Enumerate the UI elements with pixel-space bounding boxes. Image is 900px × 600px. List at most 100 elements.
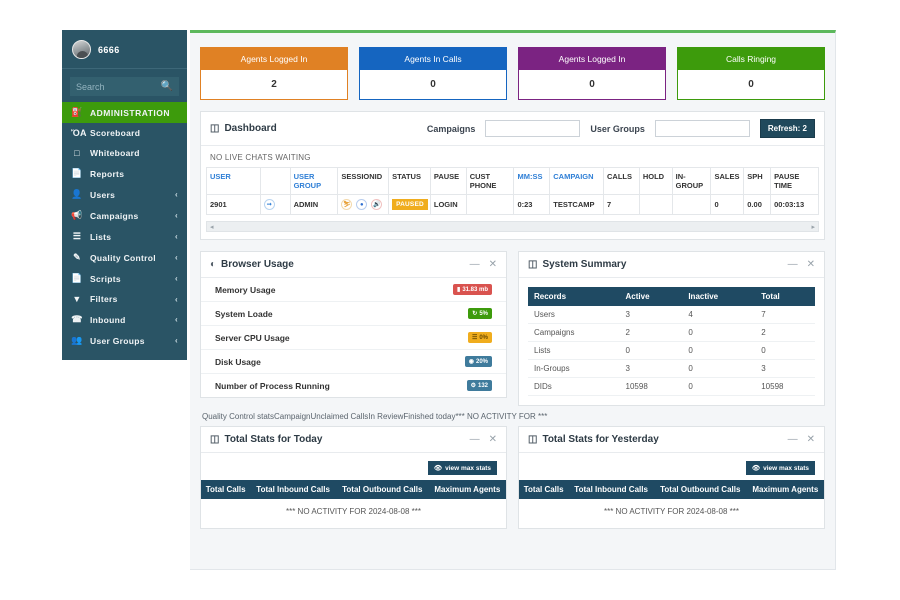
close-icon[interactable]: ✕: [807, 434, 815, 445]
table-cell: Lists: [528, 342, 620, 360]
sidebar-item-whiteboard[interactable]: □Whiteboard: [62, 143, 187, 163]
sidebar-item-scripts[interactable]: 📄Scripts‹: [62, 268, 187, 289]
table-cell: Users: [528, 306, 620, 324]
browser-usage-value: 132: [478, 383, 488, 389]
sidebar-item-reports[interactable]: 📄Reports: [62, 163, 187, 184]
sidebar-item-user-groups[interactable]: 👥User Groups‹: [62, 330, 187, 351]
browser-usage-label: Memory Usage: [215, 285, 275, 295]
column-header: [260, 168, 290, 195]
minimize-icon[interactable]: —: [788, 434, 798, 445]
sidebar-item-campaigns[interactable]: 📢Campaigns‹: [62, 205, 187, 226]
close-icon[interactable]: ✕: [489, 434, 497, 445]
memory-icon: ▮: [457, 286, 460, 293]
stat-card: Calls Ringing0: [677, 47, 825, 100]
total-stats-header: ◫Total Stats for Yesterday—✕: [519, 427, 824, 453]
sidebar-item-label: ADMINISTRATION: [90, 108, 171, 118]
close-icon[interactable]: ✕: [807, 259, 815, 270]
sidebar: 6666 Search 🔍 ⛽ADMINISTRATIONὌAScoreboar…: [62, 30, 187, 360]
cell-user[interactable]: 2901: [207, 195, 261, 215]
system-summary-body-rows: Users347Campaigns202Lists000In-Groups303…: [528, 306, 815, 396]
cell-logout[interactable]: ➞: [260, 195, 290, 215]
sidebar-item-quality-control[interactable]: ✎Quality Control‹: [62, 247, 187, 268]
total-stats-head: Total CallsTotal Inbound CallsTotal Outb…: [519, 480, 824, 499]
browser-usage-value: 20%: [476, 359, 488, 365]
total-stats-table: Total CallsTotal Inbound CallsTotal Outb…: [201, 480, 506, 499]
sidebar-item-scoreboard[interactable]: ὌAScoreboard: [62, 123, 187, 143]
minimize-icon[interactable]: —: [470, 434, 480, 445]
chevron-left-icon[interactable]: ‹: [175, 232, 178, 241]
table-row[interactable]: 2901 ➞ ADMIN ⛷ ● 🔊: [207, 195, 819, 215]
campaigns-input[interactable]: [485, 120, 580, 137]
stat-card-title: Agents Logged In: [519, 48, 665, 70]
megaphone-icon: 📢: [71, 210, 83, 221]
table-row: DIDs10598010598: [528, 378, 815, 396]
stat-card-title: Calls Ringing: [678, 48, 824, 70]
chevron-left-icon[interactable]: ‹: [175, 295, 178, 304]
system-summary-panel: ◫ System Summary — ✕ RecordsActiveInacti…: [518, 251, 825, 406]
close-icon[interactable]: ✕: [489, 259, 497, 270]
table-cell: 0: [620, 342, 683, 360]
minimize-icon[interactable]: —: [788, 259, 798, 270]
view-max-stats-button[interactable]: 👁view max stats: [746, 461, 815, 475]
column-header: PAUSE: [430, 168, 466, 195]
total-stats-column: ◫Total Stats for Today — ✕ 👁view max stats T…: [200, 426, 507, 529]
chevron-left-icon[interactable]: ‹: [175, 274, 178, 283]
sidebar-item-inbound[interactable]: ☎Inbound‹: [62, 309, 187, 330]
column-header: Total Outbound Calls: [654, 480, 747, 499]
column-header[interactable]: USER: [207, 168, 261, 195]
status-badge: ▮31.83 mb: [453, 284, 492, 295]
sidebar-item-lists[interactable]: ☰Lists‹: [62, 226, 187, 247]
sidebar-user[interactable]: 6666: [62, 30, 187, 69]
chevron-left-icon[interactable]: ‹: [175, 190, 178, 199]
running-icon[interactable]: ⛷: [341, 199, 352, 210]
browser-usage-label: Server CPU Usage: [215, 333, 290, 343]
table-cell: Campaigns: [528, 324, 620, 342]
disk-icon: ◉: [469, 358, 474, 365]
column-header[interactable]: CAMPAIGN: [550, 168, 604, 195]
system-summary-header: ◫ System Summary — ✕: [519, 252, 824, 278]
search-input[interactable]: Search 🔍: [70, 77, 179, 96]
stat-card: Agents Logged In2: [200, 47, 348, 100]
scroll-right-arrow[interactable]: ▸: [811, 223, 815, 231]
logout-arrow-icon[interactable]: ➞: [264, 199, 275, 210]
sidebar-item-label: Scripts: [90, 274, 168, 284]
microphone-icon[interactable]: ●: [356, 199, 367, 210]
usergroups-input[interactable]: [655, 120, 750, 137]
list-item: Disk Usage◉20%: [201, 350, 506, 374]
speaker-icon[interactable]: 🔊: [371, 199, 382, 210]
table-cell: In-Groups: [528, 360, 620, 378]
sidebar-item-administration[interactable]: ⛽ADMINISTRATION: [62, 102, 187, 123]
minimize-icon[interactable]: —: [470, 259, 480, 270]
chevron-left-icon[interactable]: ‹: [175, 336, 178, 345]
sidebar-item-users[interactable]: 👤Users‹: [62, 184, 187, 205]
chevron-left-icon[interactable]: ‹: [175, 211, 178, 220]
view-max-stats-button[interactable]: 👁view max stats: [428, 461, 497, 475]
dashboard-title-text: Dashboard: [224, 123, 276, 134]
refresh-icon: ↻: [472, 310, 477, 317]
search-icon: 🔍: [161, 81, 173, 92]
total-stats-title: ◫Total Stats for Today: [210, 434, 322, 445]
sidebar-item-label: Filters: [90, 294, 168, 304]
browser-usage-list: Memory Usage▮31.83 mbSystem Loade↻5%Serv…: [201, 278, 506, 397]
column-header[interactable]: MM:SS: [514, 168, 550, 195]
chevron-left-icon[interactable]: ‹: [175, 253, 178, 262]
campaigns-label: Campaigns: [427, 124, 476, 134]
dashboard-title: ◫ Dashboard: [210, 123, 277, 134]
column-header: Total Outbound Calls: [336, 480, 429, 499]
cell-pause: LOGIN: [430, 195, 466, 215]
cell-status: PAUSED: [389, 195, 431, 215]
sidebar-item-label: Quality Control: [90, 253, 168, 263]
scroll-left-arrow[interactable]: ◂: [210, 223, 214, 231]
cell-in-group: [672, 195, 711, 215]
total-stats-column: ◫Total Stats for Yesterday—✕👁view max st…: [518, 426, 825, 529]
column-header[interactable]: USER GROUP: [290, 168, 338, 195]
refresh-button[interactable]: Refresh: 2: [760, 119, 815, 138]
document-icon: 📄: [71, 168, 83, 179]
horizontal-scrollbar[interactable]: ◂ ▸: [206, 221, 819, 232]
table-cell: 0: [755, 342, 815, 360]
chevron-left-icon[interactable]: ‹: [175, 315, 178, 324]
column-header: Active: [620, 287, 683, 306]
sidebar-item-filters[interactable]: ▼Filters‹: [62, 289, 187, 309]
stat-card-value: 0: [360, 70, 506, 99]
stat-card: Agents In Calls0: [359, 47, 507, 100]
